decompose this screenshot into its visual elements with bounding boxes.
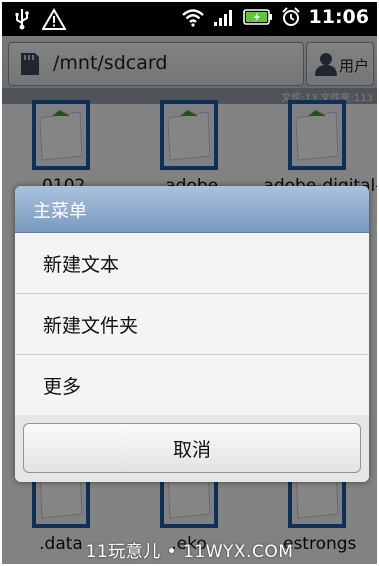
watermark-text: 11玩意儿 • 11WYX.COM	[85, 542, 294, 562]
menu-item-label: 更多	[43, 376, 82, 398]
usb-icon	[15, 9, 29, 30]
menu-item-label: 新建文件夹	[43, 315, 139, 337]
wifi-icon	[181, 9, 204, 27]
cancel-label: 取消	[172, 439, 211, 461]
menu-item-more[interactable]: 更多	[15, 355, 369, 416]
status-right: 11:06	[181, 6, 369, 28]
dialog-footer: 取消	[15, 415, 369, 482]
main-menu-dialog: 主菜单 新建文本 新建文件夹 更多 取消	[15, 186, 369, 482]
phone-screen: 11:06 /mnt/sdcard 用户 文件:13 文件夹:113 .data…	[2, 2, 377, 564]
menu-item-label: 新建文本	[43, 254, 120, 276]
battery-icon	[242, 9, 272, 25]
status-bar: 11:06	[2, 2, 377, 36]
alarm-icon	[281, 7, 300, 26]
cancel-button[interactable]: 取消	[23, 423, 361, 473]
file-manager-app: /mnt/sdcard 用户 文件:13 文件夹:113 .data .eko …	[2, 36, 377, 564]
dialog-title: 主菜单	[33, 201, 87, 222]
status-left	[12, 8, 66, 30]
clock-time: 11:06	[308, 6, 369, 28]
dialog-header: 主菜单	[15, 186, 369, 233]
signal-icon	[213, 10, 232, 26]
menu-item-new-text[interactable]: 新建文本	[15, 233, 369, 294]
alert-icon	[42, 8, 66, 30]
menu-item-new-folder[interactable]: 新建文件夹	[15, 294, 369, 355]
